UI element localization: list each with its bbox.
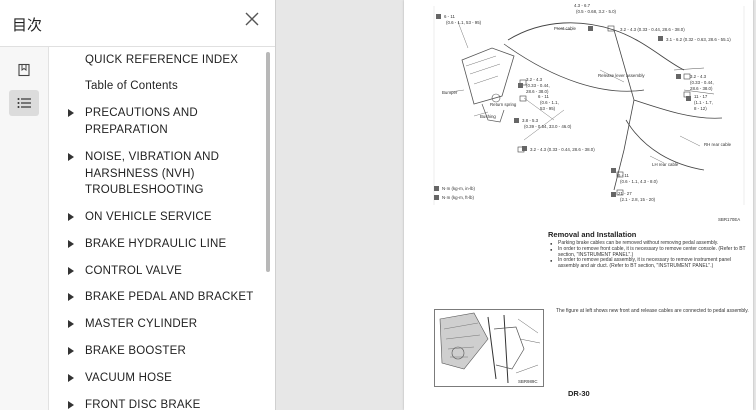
toc-item-label: BRAKE BOOSTER bbox=[85, 345, 187, 357]
expand-arrow-icon[interactable] bbox=[68, 153, 74, 161]
expand-arrow-icon[interactable] bbox=[68, 213, 74, 221]
front-cable-label: Front cable bbox=[554, 26, 577, 31]
parking-brake-diagram: 6 - 11 (0.6 - 1.1, 53 - 95) 4.3 - 6.7 (0… bbox=[430, 0, 753, 225]
toc-item-label: PRECAUTIONS AND PREPARATION bbox=[85, 107, 198, 136]
expand-arrow-icon[interactable] bbox=[68, 240, 74, 248]
release-lever-label: Release lever assembly bbox=[598, 73, 645, 78]
torque-label: (0.39 - 0.54, 33.0 - 46.0) bbox=[524, 124, 572, 129]
toc-scrollbar[interactable] bbox=[266, 52, 270, 272]
toc-item-label: VACUUM HOSE bbox=[85, 372, 172, 384]
torque-label: 3.2 - 4.3 (0.33 - 0.44, 28.6 - 38.0) bbox=[530, 147, 595, 152]
torque-label: 3.1 - 6.2 (0.32 - 0.63, 28.6 - 55.1) bbox=[666, 37, 731, 42]
page-number: DR-30 bbox=[568, 389, 590, 398]
outline-list-button[interactable] bbox=[9, 90, 39, 116]
toc-item-label: QUICK REFERENCE INDEX bbox=[85, 54, 239, 66]
figure-note: The figure at left shows new front and r… bbox=[556, 308, 749, 314]
torque-label: 53 - 95) bbox=[540, 106, 556, 111]
instruction-list: Parking brake cables can be removed with… bbox=[550, 240, 750, 270]
torque-label: (0.33 - 0.44, bbox=[690, 80, 714, 85]
lh-rear-cable-label: LH rear cable bbox=[652, 162, 679, 167]
section-heading: Removal and Installation bbox=[548, 230, 637, 239]
bookmark-icon bbox=[18, 63, 30, 77]
bumper-label: Bumper bbox=[442, 90, 458, 95]
torque-label: 3.2 - 4.3 bbox=[690, 74, 707, 79]
torque-label: (0.6 - 1.1, 53 - 95) bbox=[446, 20, 482, 25]
expand-arrow-icon[interactable] bbox=[68, 293, 74, 301]
torque-label: (2.1 - 2.8, 15 - 20) bbox=[620, 197, 656, 202]
torque-label: 4.3 - 6.7 bbox=[574, 3, 591, 8]
torque-label: 6 - 11 bbox=[444, 14, 455, 19]
rh-rear-cable-label: RH rear cable bbox=[704, 142, 732, 147]
expand-arrow-icon[interactable] bbox=[68, 401, 74, 409]
bushing-label: Bushing bbox=[480, 114, 496, 119]
toc-item-label: BRAKE PEDAL AND BRACKET bbox=[85, 291, 254, 303]
expand-arrow-icon[interactable] bbox=[68, 267, 74, 275]
torque-label: 11 - 17 bbox=[694, 94, 708, 99]
bookmark-button[interactable] bbox=[9, 57, 39, 83]
expand-arrow-icon[interactable] bbox=[68, 347, 74, 355]
torque-label: (0.6 - 1.1, 4.3 - 8.0) bbox=[620, 179, 658, 184]
torque-label: 6 - 11 bbox=[538, 94, 549, 99]
document-page: 6 - 11 (0.6 - 1.1, 53 - 95) 4.3 - 6.7 (0… bbox=[404, 0, 753, 410]
toc-item-label: Table of Contents bbox=[85, 80, 178, 92]
pedal-photo-figure: SBR989C bbox=[434, 309, 544, 387]
torque-label: 3.2 - 4.3 (0.33 - 0.44, 28.6 - 38.0) bbox=[620, 27, 685, 32]
figure-code: SBR989C bbox=[518, 379, 538, 384]
list-icon bbox=[17, 98, 31, 108]
torque-label: 21 - 27 bbox=[618, 191, 632, 196]
outline-sidebar: 目次 QUICK REFERENCE INDEX Table of Conten… bbox=[0, 0, 276, 410]
torque-label: 28.6 - 38.0) bbox=[690, 86, 713, 91]
toc-item-label: MASTER CYLINDER bbox=[85, 318, 198, 330]
table-of-contents: QUICK REFERENCE INDEX Table of Contents … bbox=[48, 47, 266, 410]
close-icon[interactable] bbox=[244, 12, 260, 28]
return-spring-label: Return spring bbox=[490, 102, 517, 107]
expand-arrow-icon[interactable] bbox=[68, 320, 74, 328]
toc-item-label: ON VEHICLE SERVICE bbox=[85, 211, 212, 223]
toc-item-label: BRAKE HYDRAULIC LINE bbox=[85, 238, 227, 250]
list-item: In order to remove pedal assembly, it is… bbox=[550, 258, 750, 270]
torque-label: (0.33 - 0.44, bbox=[526, 83, 550, 88]
torque-label: 3.8 - 5.3 bbox=[522, 118, 539, 123]
torque-label: 3.2 - 4.3 bbox=[526, 77, 543, 82]
figure-code: SBR170EA bbox=[718, 217, 740, 222]
torque-label: (0.5 - 0.68, 3.2 - 5.0) bbox=[576, 9, 617, 14]
legend-label: N·m (kg-m, ft-lb) bbox=[442, 195, 474, 200]
torque-label: (0.6 - 1.1, bbox=[540, 100, 559, 105]
torque-label: 8 - 12) bbox=[694, 106, 707, 111]
expand-arrow-icon[interactable] bbox=[68, 374, 74, 382]
toc-item-label: FRONT DISC BRAKE bbox=[85, 399, 201, 410]
toc-item-label: NOISE, VIBRATION AND HARSHNESS (NVH) TRO… bbox=[85, 151, 220, 196]
torque-label: (1.1 - 1.7, bbox=[694, 100, 713, 105]
toc-item-label: CONTROL VALVE bbox=[85, 265, 182, 277]
torque-label: 6 - 11 bbox=[618, 173, 629, 178]
expand-arrow-icon[interactable] bbox=[68, 109, 74, 117]
sidebar-title: 目次 bbox=[12, 17, 43, 34]
sidebar-rail bbox=[0, 47, 49, 410]
legend-label: N·m (kg-m, in-lb) bbox=[442, 186, 475, 191]
